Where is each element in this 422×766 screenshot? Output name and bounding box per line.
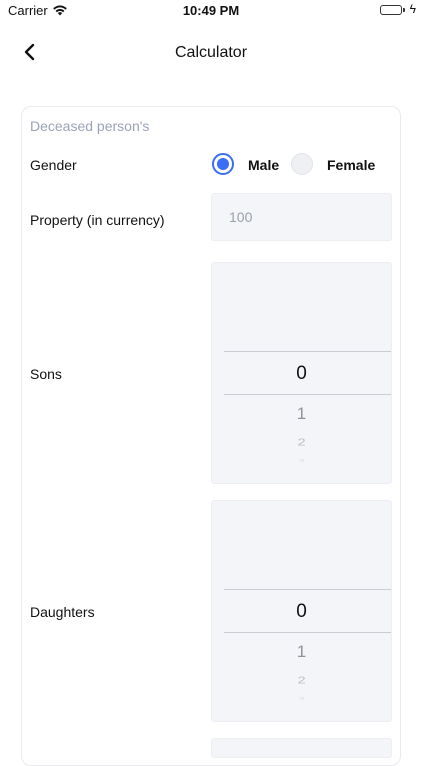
sons-picker-selected[interactable]: 0 bbox=[212, 363, 391, 385]
daughters-picker-option[interactable]: 2 bbox=[212, 675, 391, 687]
section-label: Deceased person's bbox=[30, 118, 150, 134]
clock: 10:49 PM bbox=[182, 3, 240, 18]
daughters-picker-option[interactable]: 1 bbox=[212, 642, 391, 662]
female-radio[interactable] bbox=[291, 153, 313, 175]
male-radio[interactable] bbox=[212, 153, 234, 175]
sons-picker[interactable]: 0 1 2 3 bbox=[211, 262, 392, 484]
property-input[interactable] bbox=[212, 194, 391, 240]
page-title: Calculator bbox=[174, 44, 248, 61]
charging-bolt-icon: ϟ bbox=[409, 2, 416, 16]
nav-bar: Calculator bbox=[0, 30, 422, 76]
property-label: Property (in currency) bbox=[30, 212, 165, 228]
status-bar: Carrier 10:49 PM ϟ bbox=[0, 0, 422, 22]
next-field[interactable] bbox=[211, 738, 392, 758]
male-radio-label[interactable]: Male bbox=[248, 157, 279, 173]
daughters-picker[interactable]: 0 1 2 3 bbox=[211, 500, 392, 722]
daughters-label: Daughters bbox=[30, 604, 95, 620]
female-radio-label[interactable]: Female bbox=[327, 157, 375, 173]
property-field bbox=[211, 193, 392, 241]
daughters-picker-selected[interactable]: 0 bbox=[212, 601, 391, 623]
sons-picker-option[interactable]: 2 bbox=[212, 437, 391, 449]
sons-label: Sons bbox=[30, 366, 62, 382]
sons-picker-option[interactable]: 3 bbox=[212, 459, 391, 463]
gender-label: Gender bbox=[30, 157, 77, 173]
sons-picker-option[interactable]: 1 bbox=[212, 404, 391, 424]
daughters-picker-option[interactable]: 3 bbox=[212, 697, 391, 701]
battery-icon bbox=[380, 5, 402, 15]
